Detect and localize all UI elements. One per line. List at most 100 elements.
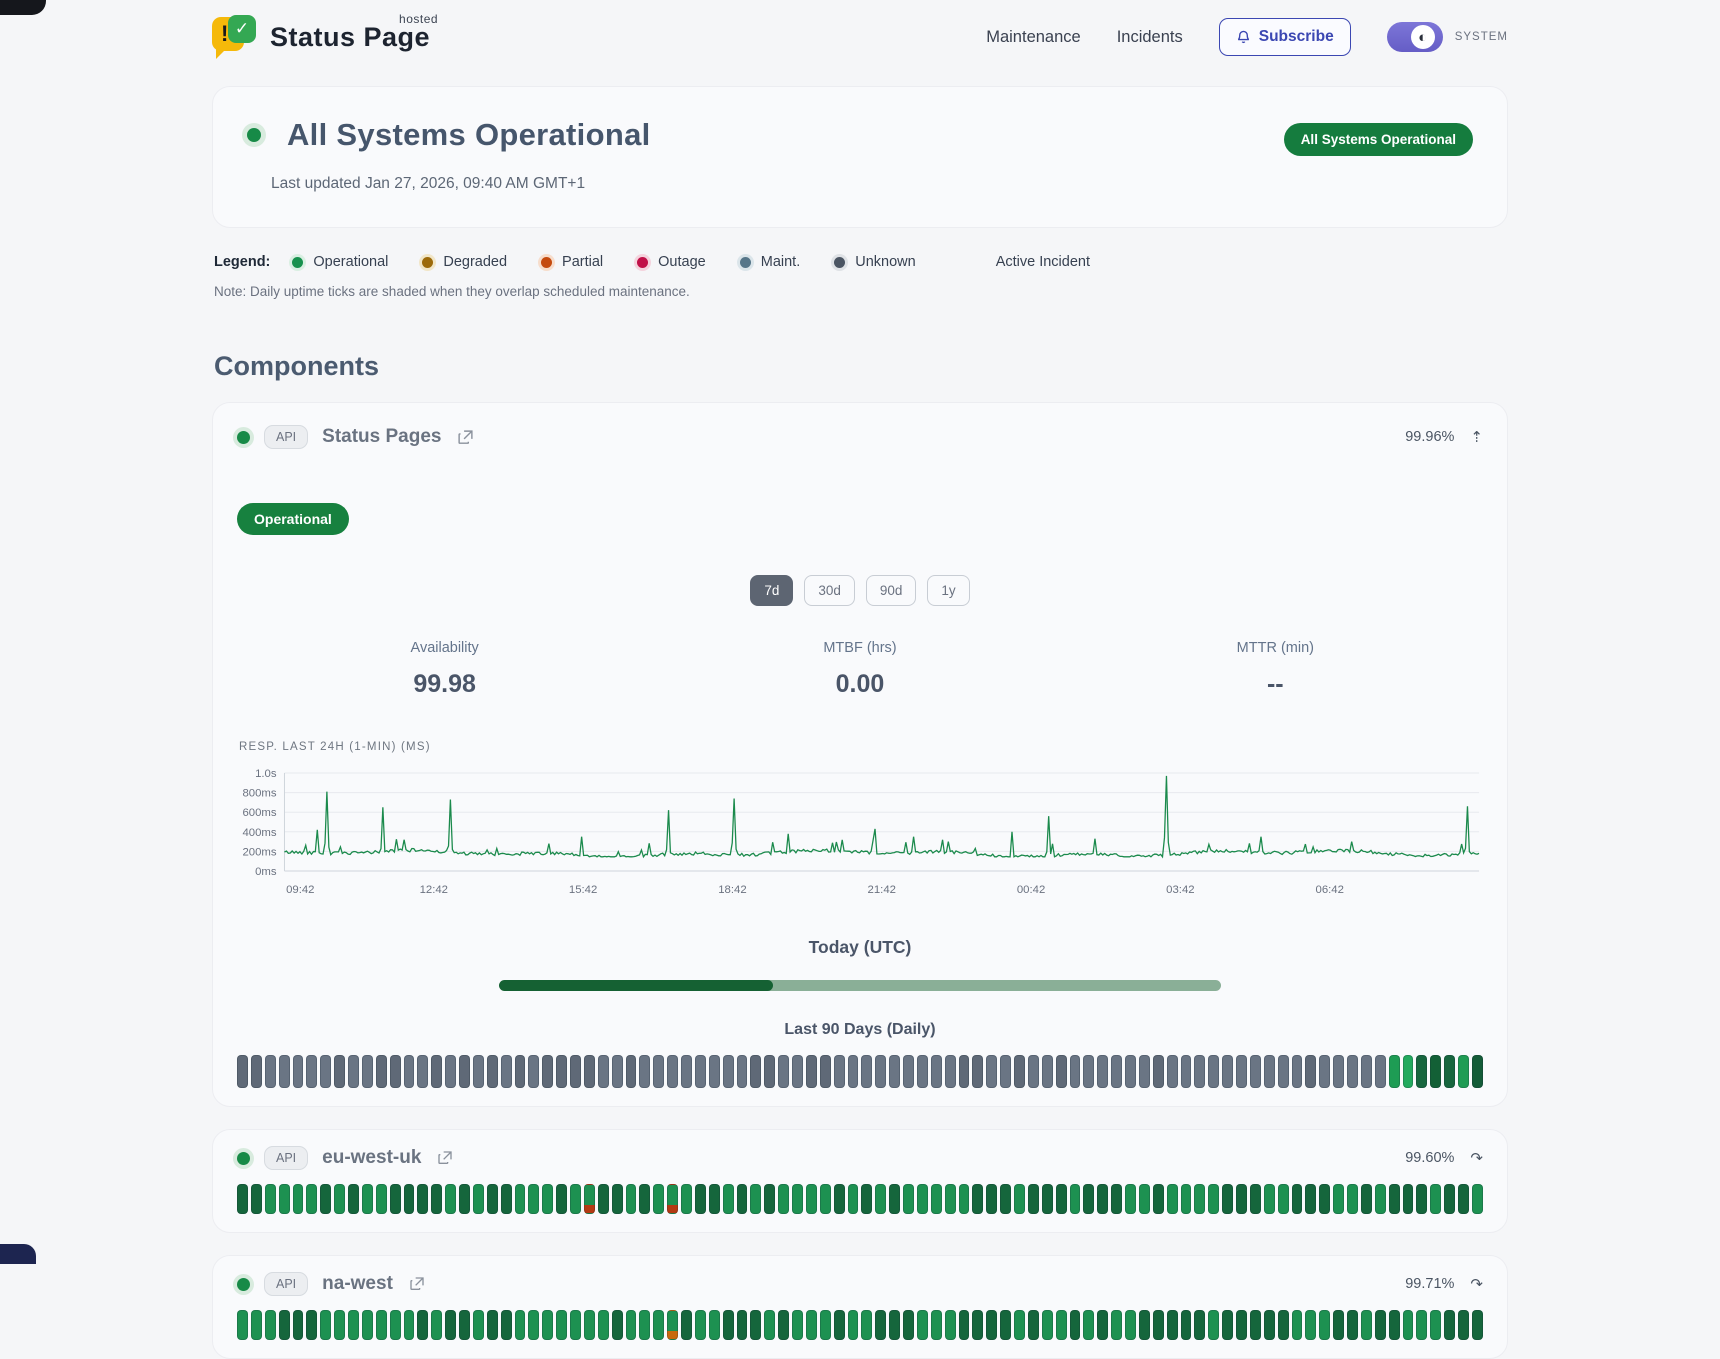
uptime-tick[interactable] [1278,1055,1289,1088]
uptime-tick[interactable] [1430,1055,1441,1088]
uptime-tick[interactable] [1208,1310,1219,1340]
uptime-tick[interactable] [1070,1055,1081,1088]
uptime-tick[interactable] [1361,1310,1372,1340]
uptime-tick[interactable] [986,1055,997,1088]
uptime-tick[interactable] [376,1310,387,1340]
uptime-tick[interactable] [348,1184,359,1214]
uptime-tick[interactable] [875,1184,886,1214]
uptime-tick[interactable] [293,1055,304,1088]
uptime-tick[interactable] [959,1184,970,1214]
uptime-tick[interactable] [1000,1310,1011,1340]
uptime-tick[interactable] [1028,1310,1039,1340]
uptime-tick[interactable] [487,1055,498,1088]
uptime-tick[interactable] [306,1184,317,1214]
uptime-tick[interactable] [931,1310,942,1340]
uptime-tick[interactable] [1250,1184,1261,1214]
uptime-tick[interactable] [362,1055,373,1088]
uptime-tick[interactable] [1416,1055,1427,1088]
uptime-tick[interactable] [695,1184,706,1214]
uptime-tick[interactable] [1208,1055,1219,1088]
uptime-tick[interactable] [834,1055,845,1088]
uptime-tick[interactable] [792,1310,803,1340]
uptime-tick[interactable] [1458,1310,1469,1340]
uptime-tick[interactable] [820,1055,831,1088]
uptime-tick[interactable] [501,1184,512,1214]
uptime-tick[interactable] [487,1310,498,1340]
uptime-tick[interactable] [945,1184,956,1214]
uptime-tick[interactable] [1333,1184,1344,1214]
uptime-tick[interactable] [945,1055,956,1088]
uptime-tick[interactable] [515,1184,526,1214]
uptime-tick[interactable] [972,1184,983,1214]
external-link-icon[interactable] [409,1276,425,1292]
uptime-tick[interactable] [556,1184,567,1214]
uptime-tick[interactable] [903,1310,914,1340]
uptime-tick[interactable] [1111,1055,1122,1088]
uptime-tick[interactable] [1292,1310,1303,1340]
uptime-tick[interactable] [917,1055,928,1088]
uptime-tick[interactable] [889,1184,900,1214]
uptime-tick[interactable] [1375,1310,1386,1340]
uptime-tick[interactable] [445,1310,456,1340]
uptime-tick[interactable] [584,1310,595,1340]
uptime-tick[interactable] [251,1310,262,1340]
uptime-tick[interactable] [1319,1184,1330,1214]
uptime-tick[interactable] [348,1310,359,1340]
uptime-tick[interactable] [1389,1184,1400,1214]
uptime-tick[interactable] [404,1055,415,1088]
brand[interactable]: ! ✓ Status Page hosted [212,15,430,59]
uptime-tick[interactable] [709,1310,720,1340]
uptime-tick[interactable] [792,1184,803,1214]
uptime-tick[interactable] [626,1310,637,1340]
uptime-tick[interactable] [1292,1184,1303,1214]
uptime-tick[interactable] [404,1184,415,1214]
uptime-tick[interactable] [459,1055,470,1088]
uptime-tick[interactable] [889,1310,900,1340]
uptime-tick[interactable] [584,1184,595,1214]
uptime-tick[interactable] [306,1055,317,1088]
uptime-tick[interactable] [362,1184,373,1214]
uptime-tick[interactable] [1236,1310,1247,1340]
uptime-tick[interactable] [598,1310,609,1340]
uptime-tick[interactable] [584,1055,595,1088]
uptime-tick[interactable] [764,1184,775,1214]
uptime-tick[interactable] [959,1310,970,1340]
uptime-tick[interactable] [1264,1055,1275,1088]
uptime-tick[interactable] [1097,1310,1108,1340]
uptime-tick[interactable] [875,1055,886,1088]
uptime-tick[interactable] [931,1184,942,1214]
uptime-tick[interactable] [612,1055,623,1088]
subscribe-button[interactable]: Subscribe [1219,18,1351,56]
uptime-tick[interactable] [1319,1055,1330,1088]
uptime-tick[interactable] [417,1055,428,1088]
uptime-tick[interactable] [237,1055,248,1088]
uptime-tick[interactable] [515,1055,526,1088]
uptime-tick[interactable] [1181,1310,1192,1340]
range-button-30d[interactable]: 30d [804,575,855,606]
uptime-tick[interactable] [1375,1055,1386,1088]
uptime-tick[interactable] [1236,1055,1247,1088]
uptime-tick[interactable] [1097,1184,1108,1214]
uptime-tick[interactable] [417,1310,428,1340]
uptime-tick[interactable] [737,1184,748,1214]
uptime-tick[interactable] [709,1055,720,1088]
uptime-tick[interactable] [695,1055,706,1088]
uptime-tick[interactable] [320,1310,331,1340]
expand-icon[interactable]: ↷ [1470,1275,1483,1293]
uptime-tick[interactable] [639,1055,650,1088]
uptime-tick[interactable] [764,1310,775,1340]
uptime-tick[interactable] [1014,1055,1025,1088]
uptime-tick[interactable] [1250,1310,1261,1340]
uptime-tick[interactable] [556,1310,567,1340]
uptime-tick[interactable] [1111,1310,1122,1340]
uptime-tick[interactable] [1125,1310,1136,1340]
uptime-tick[interactable] [306,1310,317,1340]
uptime-tick[interactable] [806,1310,817,1340]
uptime-tick[interactable] [348,1055,359,1088]
uptime-tick[interactable] [723,1055,734,1088]
uptime-tick[interactable] [1139,1184,1150,1214]
uptime-tick[interactable] [473,1055,484,1088]
uptime-tick[interactable] [320,1184,331,1214]
uptime-tick[interactable] [1042,1184,1053,1214]
range-button-1y[interactable]: 1y [927,575,969,606]
